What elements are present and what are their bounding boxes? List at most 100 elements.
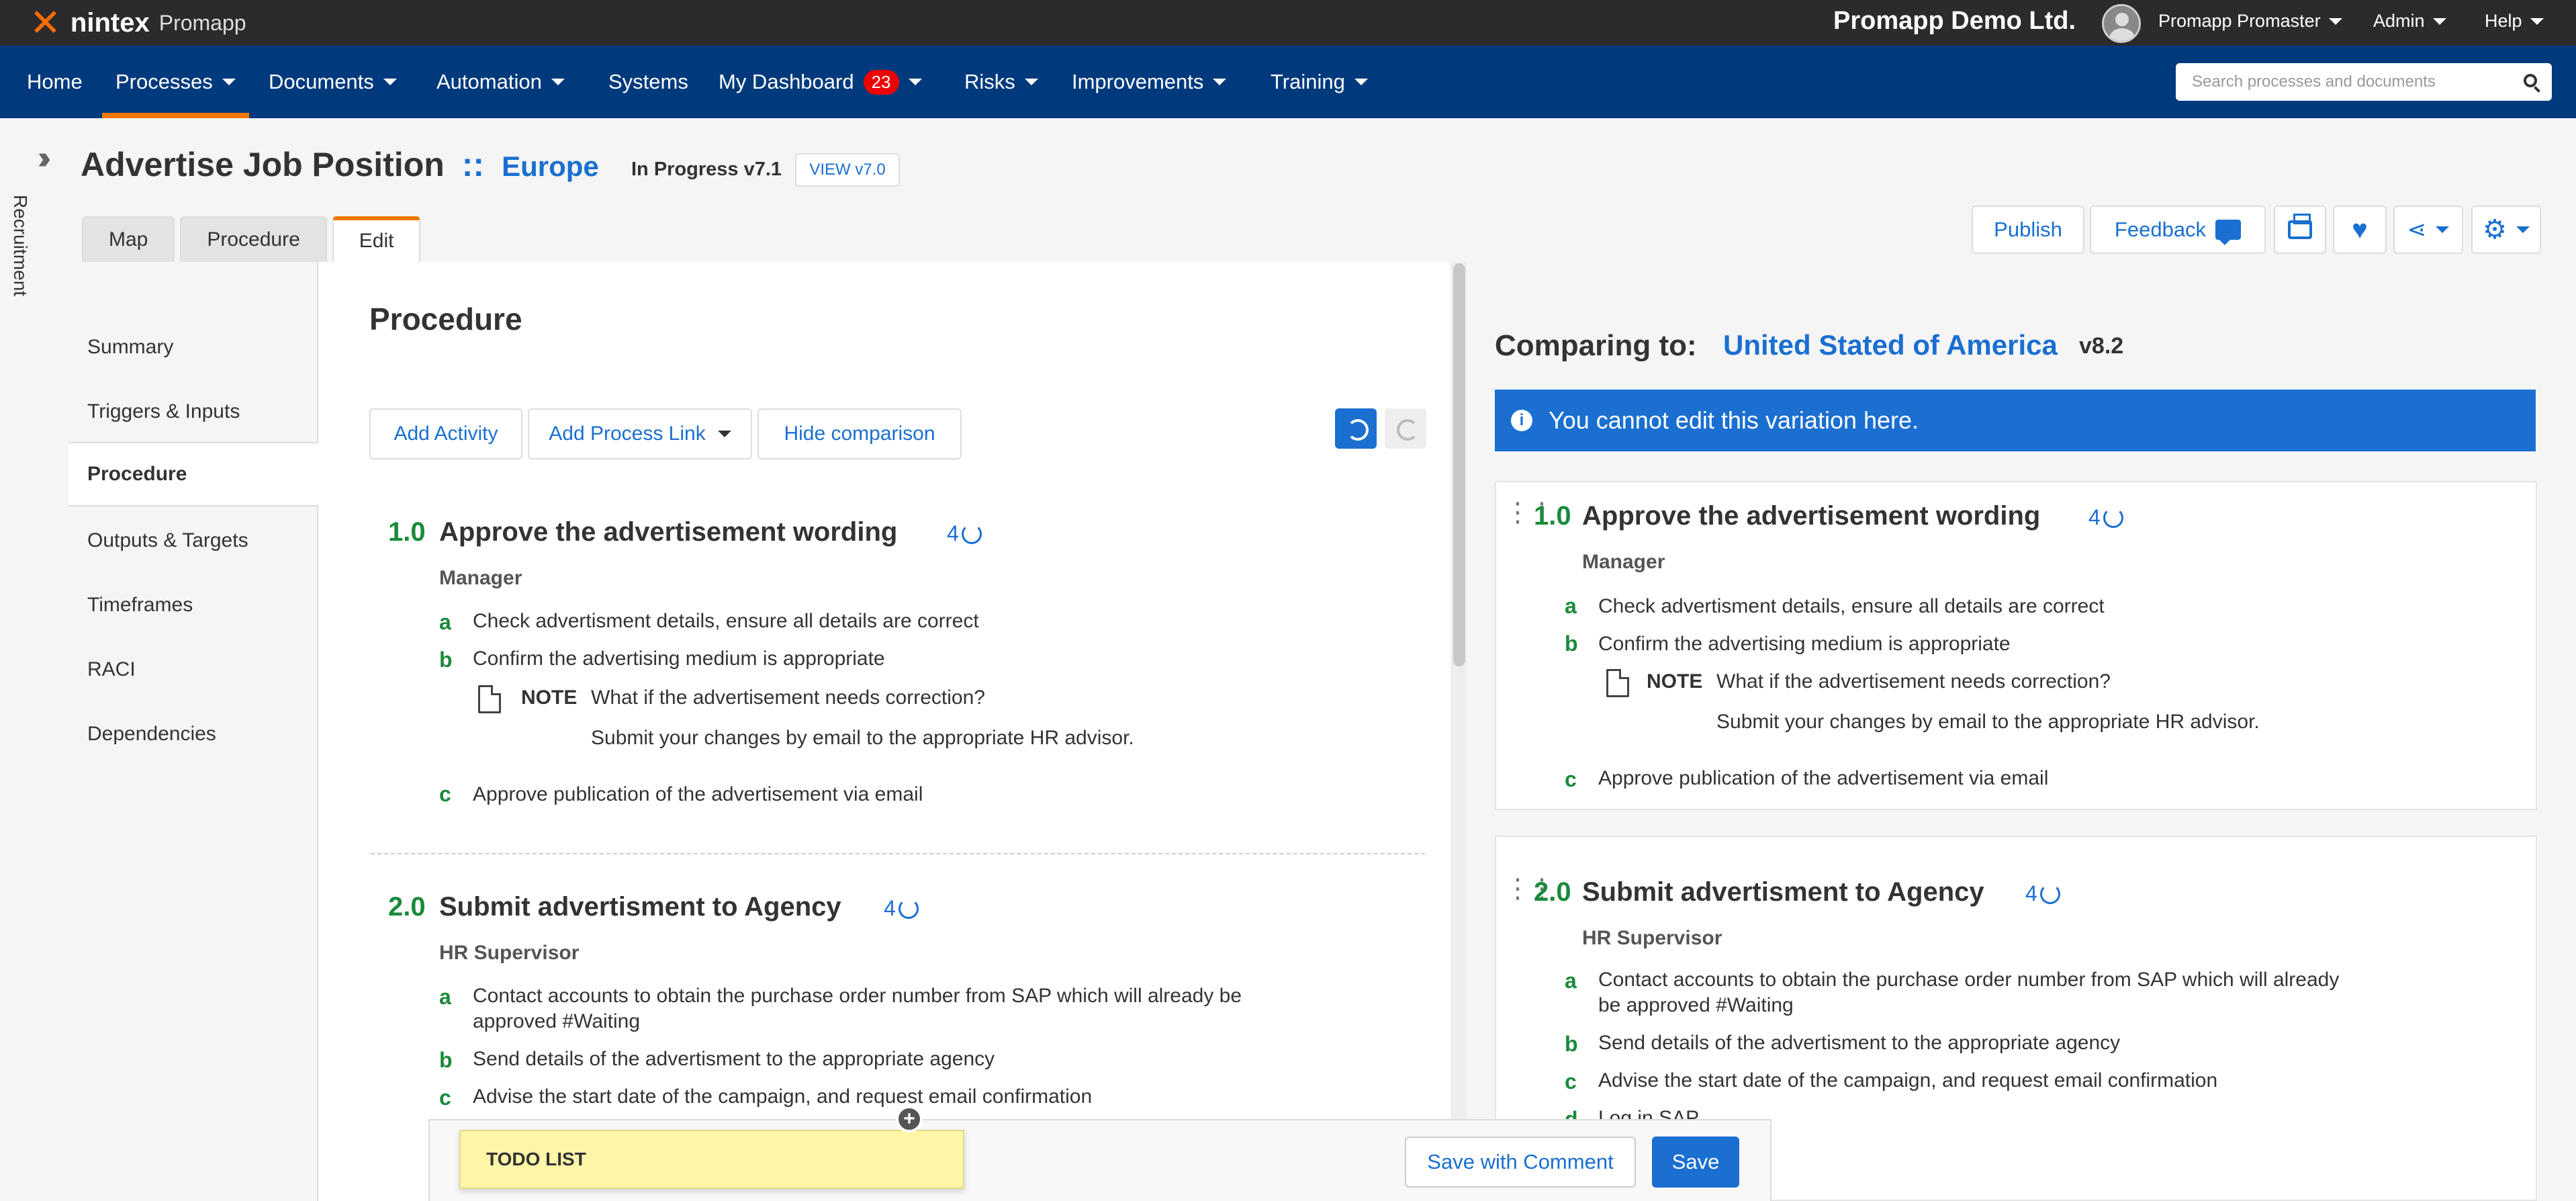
activity-link-count[interactable]: 4 — [947, 521, 982, 546]
note-label: NOTE — [521, 686, 578, 709]
main-nav: Home Processes Documents Automation Syst… — [0, 46, 2576, 118]
activity-link-count[interactable]: 4 — [2025, 881, 2060, 906]
nav-home-label: Home — [27, 70, 83, 93]
chevron-down-icon — [2516, 226, 2530, 233]
nav-processes[interactable]: Processes — [102, 46, 249, 118]
nav-improvements-label: Improvements — [1072, 70, 1204, 93]
add-todo-icon[interactable]: + — [896, 1106, 923, 1132]
task-letter: a — [1565, 594, 1577, 618]
activity-role[interactable]: Manager — [439, 567, 522, 590]
task-letter: b — [1565, 1032, 1578, 1056]
section-raci[interactable]: RACI — [87, 658, 136, 681]
hide-comparison-button[interactable]: Hide comparison — [757, 408, 962, 459]
task-text[interactable]: Check advertisment details, ensure all d… — [473, 609, 979, 634]
task-text[interactable]: Send details of the advertisment to the … — [473, 1047, 995, 1072]
todo-list-panel[interactable]: TODO LIST — [459, 1130, 964, 1189]
save-button[interactable]: Save — [1652, 1137, 1739, 1188]
search-icon[interactable] — [2524, 74, 2537, 87]
section-summary[interactable]: Summary — [87, 336, 173, 359]
nav-automation[interactable]: Automation — [436, 46, 565, 118]
redo-icon[interactable] — [1385, 408, 1426, 449]
view-version-button[interactable]: VIEW v7.0 — [795, 153, 900, 187]
note-answer[interactable]: Submit your changes by email to the appr… — [591, 725, 1134, 751]
task-text[interactable]: Advise the start date of the campaign, a… — [473, 1084, 1092, 1110]
nav-training[interactable]: Training — [1271, 46, 1368, 118]
task-letter: c — [1565, 767, 1577, 791]
chevron-down-icon — [1213, 79, 1227, 85]
share-button[interactable]: ⋖ — [2393, 206, 2463, 254]
chevron-down-icon — [1024, 79, 1038, 85]
comment-icon — [2215, 220, 2242, 245]
search-placeholder: Search processes and documents — [2192, 73, 2436, 91]
activity-number: 2.0 — [388, 892, 426, 922]
read-only-banner: i You cannot edit this variation here. — [1495, 390, 2536, 451]
logo-nintex-text: nintex — [70, 7, 150, 38]
favorite-button[interactable]: ♥ — [2333, 206, 2387, 254]
search-input[interactable]: Search processes and documents — [2176, 63, 2552, 101]
nav-documents[interactable]: Documents — [269, 46, 397, 118]
help-menu[interactable]: Help — [2485, 11, 2544, 32]
nav-systems[interactable]: Systems — [608, 46, 688, 118]
add-process-link-button[interactable]: Add Process Link — [528, 408, 752, 459]
activity-title[interactable]: Approve the advertisement wording — [439, 517, 897, 547]
activity-number: 1.0 — [388, 517, 426, 547]
task-text: Approve publication of the advertisement… — [1598, 767, 2049, 789]
nav-my-dashboard[interactable]: My Dashboard 23 — [719, 46, 922, 118]
read-only-message: You cannot edit this variation here. — [1549, 406, 1919, 434]
activity-link-count[interactable]: 4 — [2088, 505, 2123, 530]
process-group-label[interactable]: Recruitment — [9, 195, 31, 296]
add-activity-button[interactable]: Add Activity — [369, 408, 522, 459]
editor-scroll-thumb[interactable] — [1453, 263, 1465, 666]
tab-edit[interactable]: Edit — [332, 216, 421, 262]
print-button[interactable] — [2274, 206, 2326, 254]
note-question[interactable]: What if the advertisement needs correcti… — [591, 685, 985, 711]
note-label: NOTE — [1647, 670, 1703, 693]
task-text[interactable]: Approve publication of the advertisement… — [473, 782, 923, 807]
nav-systems-label: Systems — [608, 70, 688, 93]
tab-procedure[interactable]: Procedure — [180, 216, 327, 262]
feedback-button[interactable]: Feedback — [2090, 206, 2266, 254]
help-menu-label: Help — [2485, 11, 2522, 31]
logo-promapp-text: Promapp — [158, 10, 246, 35]
user-menu[interactable]: Promapp Promaster — [2158, 11, 2342, 32]
note-document-icon — [1606, 669, 1629, 697]
task-text-line2[interactable]: approved #Waiting — [473, 1009, 640, 1034]
publish-button[interactable]: Publish — [1972, 206, 2084, 254]
activity-link-count[interactable]: 4 — [884, 896, 919, 921]
add-activity-label: Add Activity — [394, 422, 498, 445]
variant-link[interactable]: Europe — [502, 150, 599, 183]
activity-number: 2.0 — [1534, 877, 1571, 907]
avatar-icon[interactable] — [2102, 4, 2141, 43]
activity-title[interactable]: Submit advertisment to Agency — [439, 892, 841, 922]
chevron-down-icon — [383, 79, 397, 85]
activity-role: Manager — [1582, 551, 1665, 573]
comparison-variant-link[interactable]: United Stated of America — [1723, 329, 2058, 361]
nav-risks[interactable]: Risks — [964, 46, 1038, 118]
section-dependencies[interactable]: Dependencies — [87, 723, 216, 746]
section-timeframes[interactable]: Timeframes — [87, 594, 193, 617]
tab-procedure-label: Procedure — [207, 228, 300, 251]
activity-role[interactable]: HR Supervisor — [439, 942, 579, 965]
activity-count-value: 4 — [2025, 881, 2037, 905]
section-procedure[interactable]: Procedure — [68, 442, 320, 506]
nintex-logo[interactable]: ✕ nintex Promapp — [30, 4, 246, 42]
chevron-down-icon — [717, 431, 731, 437]
section-triggers[interactable]: Triggers & Inputs — [87, 400, 240, 423]
chevron-down-icon — [1354, 79, 1368, 85]
nav-improvements[interactable]: Improvements — [1072, 46, 1227, 118]
todo-list-label: TODO LIST — [486, 1149, 586, 1169]
section-outputs[interactable]: Outputs & Targets — [87, 529, 248, 552]
admin-menu[interactable]: Admin — [2373, 11, 2446, 32]
undo-icon[interactable] — [1335, 408, 1377, 449]
task-text: Advise the start date of the campaign, a… — [1598, 1069, 2218, 1092]
tab-map[interactable]: Map — [82, 216, 175, 262]
task-text-line1[interactable]: Contact accounts to obtain the purchase … — [473, 983, 1242, 1009]
nav-home[interactable]: Home — [27, 46, 83, 118]
settings-button[interactable]: ⚙ — [2471, 206, 2541, 254]
recycle-icon — [898, 898, 919, 919]
activity-count-value: 4 — [947, 521, 959, 545]
task-text[interactable]: Confirm the advertising medium is approp… — [473, 646, 885, 672]
chevron-down-icon — [2436, 226, 2450, 233]
expand-sidebar-icon[interactable]: ›› — [38, 140, 51, 177]
save-with-comment-button[interactable]: Save with Comment — [1405, 1137, 1636, 1188]
